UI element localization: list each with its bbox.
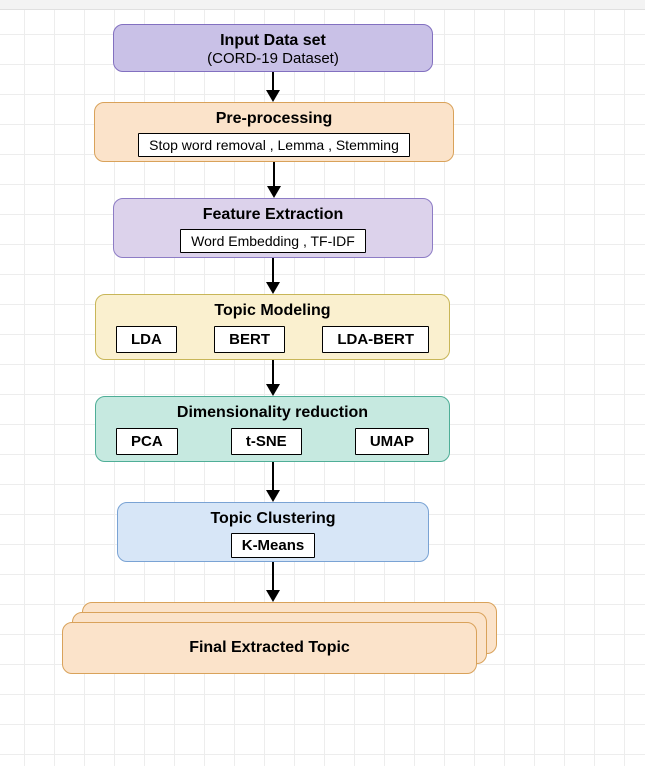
node-final-extracted-topic-stack: Final Extracted Topic	[62, 602, 502, 674]
node-title: Topic Clustering	[126, 509, 420, 528]
node-feature-extraction: Feature Extraction Word Embedding , TF-I…	[113, 198, 433, 258]
subbox-lda: LDA	[116, 326, 177, 353]
node-topic-clustering: Topic Clustering K-Means	[117, 502, 429, 562]
subbox-kmeans: K-Means	[231, 533, 316, 558]
arrow-input-to-preprocess	[113, 72, 433, 102]
subbox-tsne: t-SNE	[231, 428, 302, 455]
subbox-pca: PCA	[116, 428, 178, 455]
node-subtitle: (CORD-19 Dataset)	[122, 50, 424, 68]
topic-items-row: LDA BERT LDA-BERT	[104, 326, 441, 353]
arrow-topic-to-dimred	[95, 360, 450, 396]
node-dim-reduction: Dimensionality reduction PCA t-SNE UMAP	[95, 396, 450, 462]
diagram-canvas: Input Data set (CORD-19 Dataset) Pre-pro…	[0, 10, 645, 766]
node-topic-modeling: Topic Modeling LDA BERT LDA-BERT	[95, 294, 450, 360]
node-title: Input Data set	[122, 31, 424, 50]
dimred-items-row: PCA t-SNE UMAP	[104, 428, 441, 455]
node-title: Pre-processing	[103, 109, 445, 128]
window-top-strip	[0, 0, 645, 10]
node-title: Topic Modeling	[104, 301, 441, 320]
node-title: Feature Extraction	[122, 205, 424, 224]
subbox-feature-methods: Word Embedding , TF-IDF	[180, 229, 366, 253]
arrow-feature-to-topic	[113, 258, 433, 294]
subbox-preprocess-methods: Stop word removal , Lemma , Stemming	[138, 133, 410, 157]
subbox-umap: UMAP	[355, 428, 429, 455]
arrow-cluster-to-final	[117, 562, 429, 602]
node-preprocessing: Pre-processing Stop word removal , Lemma…	[94, 102, 454, 162]
node-input-dataset: Input Data set (CORD-19 Dataset)	[113, 24, 433, 72]
node-title: Dimensionality reduction	[104, 403, 441, 422]
subbox-bert: BERT	[214, 326, 285, 353]
stack-card-front: Final Extracted Topic	[62, 622, 477, 674]
node-title: Final Extracted Topic	[189, 639, 350, 657]
subbox-lda-bert: LDA-BERT	[322, 326, 429, 353]
arrow-dimred-to-cluster	[95, 462, 450, 502]
arrow-preprocess-to-feature	[94, 162, 454, 198]
